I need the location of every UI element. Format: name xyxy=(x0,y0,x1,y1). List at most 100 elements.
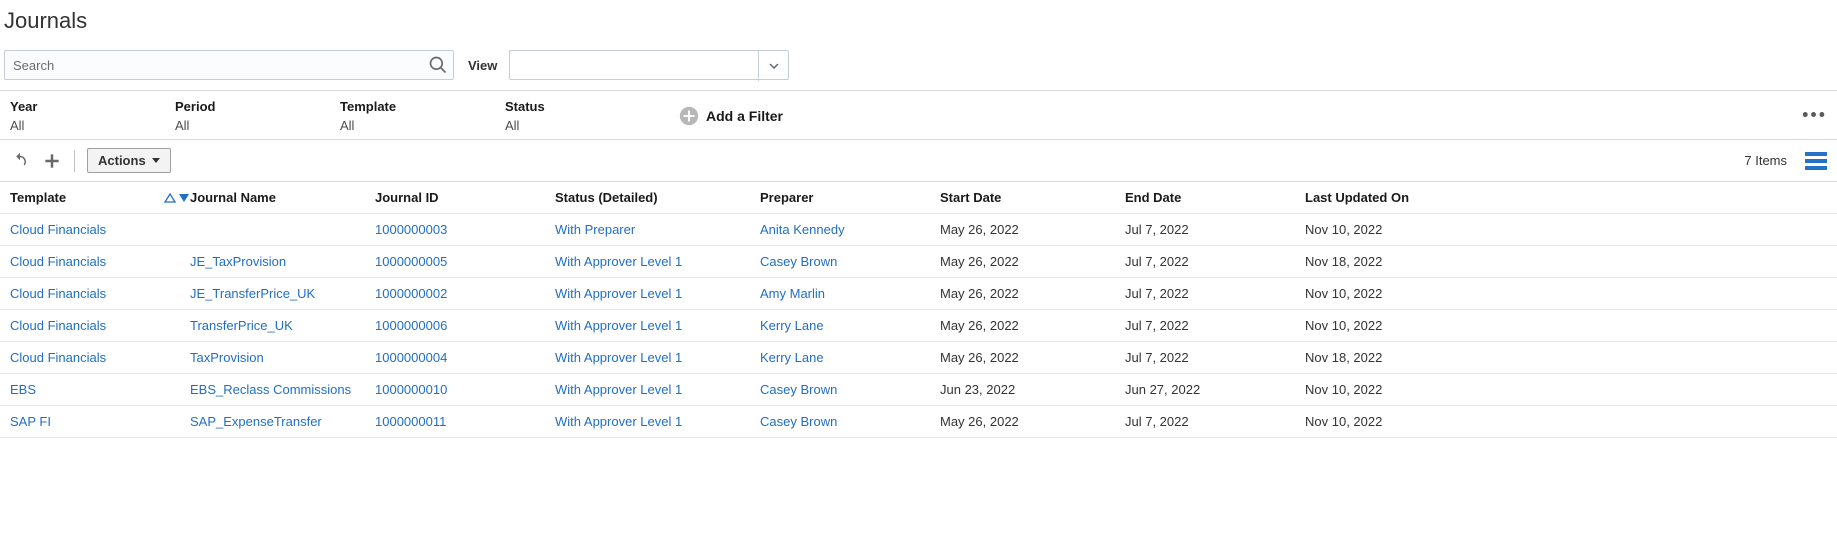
cell-template[interactable]: Cloud Financials xyxy=(10,318,190,333)
column-header-journal-name[interactable]: Journal Name xyxy=(190,190,375,205)
table-row: EBSEBS_Reclass Commissions1000000010With… xyxy=(0,374,1837,406)
cell-start-date: Jun 23, 2022 xyxy=(940,382,1125,397)
cell-status[interactable]: With Approver Level 1 xyxy=(555,414,760,429)
column-header-last-updated[interactable]: Last Updated On xyxy=(1305,190,1827,205)
actions-button[interactable]: Actions xyxy=(87,148,171,173)
cell-journal-name[interactable]: TransferPrice_UK xyxy=(190,318,375,333)
table-row: SAP FISAP_ExpenseTransfer1000000011With … xyxy=(0,406,1837,438)
table-header-row: Template Journal Name Journal ID Status … xyxy=(0,182,1837,214)
cell-start-date: May 26, 2022 xyxy=(940,222,1125,237)
cell-template[interactable]: SAP FI xyxy=(10,414,190,429)
filter-value: All xyxy=(340,118,505,133)
more-options-icon[interactable]: ••• xyxy=(1802,105,1827,126)
filter-bar: Year All Period All Template All Status … xyxy=(0,90,1837,140)
list-view-icon[interactable] xyxy=(1805,152,1827,170)
sort-icons[interactable] xyxy=(164,193,190,203)
cell-template[interactable]: Cloud Financials xyxy=(10,254,190,269)
cell-template[interactable]: EBS xyxy=(10,382,190,397)
toolbar-row: Actions 7 Items xyxy=(0,140,1837,182)
cell-journal-id[interactable]: 1000000010 xyxy=(375,382,555,397)
filter-status[interactable]: Status All xyxy=(505,97,670,135)
plus-icon xyxy=(42,151,62,171)
add-filter-label: Add a Filter xyxy=(706,108,783,124)
refresh-button[interactable] xyxy=(10,151,30,171)
cell-journal-id[interactable]: 1000000003 xyxy=(375,222,555,237)
cell-status[interactable]: With Approver Level 1 xyxy=(555,286,760,301)
cell-journal-id[interactable]: 1000000004 xyxy=(375,350,555,365)
column-header-start-date[interactable]: Start Date xyxy=(940,190,1125,205)
cell-start-date: May 26, 2022 xyxy=(940,254,1125,269)
cell-last-updated: Nov 10, 2022 xyxy=(1305,414,1827,429)
cell-journal-name[interactable]: JE_TaxProvision xyxy=(190,254,375,269)
column-header-end-date[interactable]: End Date xyxy=(1125,190,1305,205)
column-header-status[interactable]: Status (Detailed) xyxy=(555,190,760,205)
sort-asc-icon xyxy=(164,193,176,203)
cell-journal-id[interactable]: 1000000011 xyxy=(375,414,555,429)
add-button[interactable] xyxy=(42,151,62,171)
filter-value: All xyxy=(505,118,670,133)
cell-status[interactable]: With Approver Level 1 xyxy=(555,350,760,365)
cell-last-updated: Nov 10, 2022 xyxy=(1305,318,1827,333)
filter-value: All xyxy=(10,118,175,133)
cell-template[interactable]: Cloud Financials xyxy=(10,286,190,301)
cell-last-updated: Nov 18, 2022 xyxy=(1305,350,1827,365)
cell-end-date: Jul 7, 2022 xyxy=(1125,254,1305,269)
search-row: View xyxy=(0,44,1837,90)
table-body: Cloud Financials1000000003With PreparerA… xyxy=(0,214,1837,438)
cell-status[interactable]: With Approver Level 1 xyxy=(555,382,760,397)
view-select[interactable] xyxy=(509,50,789,80)
cell-last-updated: Nov 10, 2022 xyxy=(1305,382,1827,397)
cell-preparer[interactable]: Kerry Lane xyxy=(760,318,940,333)
view-select-dropdown-button[interactable] xyxy=(758,51,788,81)
column-header-journal-id[interactable]: Journal ID xyxy=(375,190,555,205)
cell-journal-id[interactable]: 1000000005 xyxy=(375,254,555,269)
add-filter-button[interactable]: Add a Filter xyxy=(678,105,783,127)
cell-preparer[interactable]: Casey Brown xyxy=(760,382,940,397)
cell-end-date: Jul 7, 2022 xyxy=(1125,318,1305,333)
cell-preparer[interactable]: Casey Brown xyxy=(760,414,940,429)
filter-template[interactable]: Template All xyxy=(340,97,505,135)
column-header-preparer[interactable]: Preparer xyxy=(760,190,940,205)
table-row: Cloud Financials 1000000003With PreparerA… xyxy=(0,214,1837,246)
search-icon xyxy=(428,55,448,75)
cell-status[interactable]: With Preparer xyxy=(555,222,760,237)
column-header-template[interactable]: Template xyxy=(10,190,190,205)
cell-end-date: Jul 7, 2022 xyxy=(1125,286,1305,301)
cell-preparer[interactable]: Anita Kennedy xyxy=(760,222,940,237)
cell-journal-name[interactable]: JE_TransferPrice_UK xyxy=(190,286,375,301)
table-row: Cloud FinancialsJE_TransferPrice_UK10000… xyxy=(0,278,1837,310)
table-row: Cloud FinancialsTransferPrice_UK10000000… xyxy=(0,310,1837,342)
toolbar-separator xyxy=(74,150,75,172)
search-input[interactable] xyxy=(4,50,454,80)
header-label: Template xyxy=(10,190,66,205)
actions-label: Actions xyxy=(98,153,146,168)
view-label: View xyxy=(468,58,497,73)
data-table: Template Journal Name Journal ID Status … xyxy=(0,182,1837,438)
cell-journal-name[interactable]: TaxProvision xyxy=(190,350,375,365)
cell-journal-id[interactable]: 1000000006 xyxy=(375,318,555,333)
filter-period[interactable]: Period All xyxy=(175,97,340,135)
cell-journal-name[interactable]: SAP_ExpenseTransfer xyxy=(190,414,375,429)
cell-journal-id[interactable]: 1000000002 xyxy=(375,286,555,301)
cell-journal-name[interactable]: EBS_Reclass Commissions xyxy=(190,382,375,397)
toolbar-right: 7 Items xyxy=(1744,152,1827,170)
caret-down-icon xyxy=(152,158,160,163)
refresh-icon xyxy=(11,152,29,170)
search-wrapper xyxy=(4,50,454,80)
cell-status[interactable]: With Approver Level 1 xyxy=(555,254,760,269)
sort-desc-icon xyxy=(178,193,190,203)
cell-template[interactable]: Cloud Financials xyxy=(10,350,190,365)
cell-preparer[interactable]: Casey Brown xyxy=(760,254,940,269)
filter-year[interactable]: Year All xyxy=(10,97,175,135)
table-row: Cloud FinancialsJE_TaxProvision100000000… xyxy=(0,246,1837,278)
cell-end-date: Jul 7, 2022 xyxy=(1125,350,1305,365)
cell-preparer[interactable]: Kerry Lane xyxy=(760,350,940,365)
table-row: Cloud FinancialsTaxProvision1000000004Wi… xyxy=(0,342,1837,374)
cell-template[interactable]: Cloud Financials xyxy=(10,222,190,237)
cell-preparer[interactable]: Amy Marlin xyxy=(760,286,940,301)
cell-status[interactable]: With Approver Level 1 xyxy=(555,318,760,333)
chevron-down-icon xyxy=(769,63,779,69)
filter-value: All xyxy=(175,118,340,133)
page-title: Journals xyxy=(0,0,1837,44)
cell-start-date: May 26, 2022 xyxy=(940,350,1125,365)
